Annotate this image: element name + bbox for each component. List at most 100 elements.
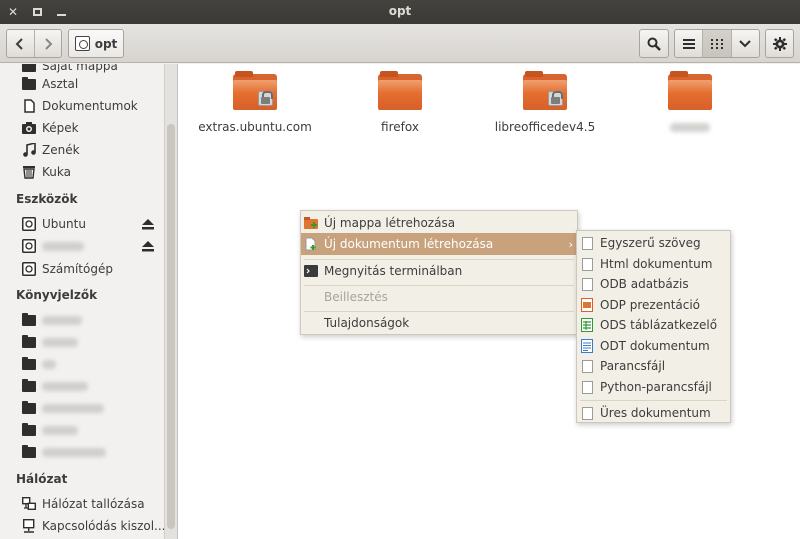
- folder-icon: [22, 444, 36, 459]
- text-document-icon: [580, 236, 594, 250]
- menu-item-label: Html dokumentum: [600, 257, 713, 271]
- sidebar-scrollbar[interactable]: [164, 64, 177, 539]
- back-button[interactable]: [7, 30, 34, 57]
- window-title: opt: [388, 4, 412, 18]
- submenu-item-html[interactable]: Html dokumentum: [577, 253, 730, 275]
- presentation-document-icon: [580, 298, 594, 312]
- grid-view-button[interactable]: [702, 30, 731, 57]
- camera-icon: [22, 121, 36, 135]
- sidebar-item-bookmark[interactable]: [22, 420, 78, 440]
- sidebar-item-ubuntu[interactable]: Ubuntu: [22, 214, 86, 234]
- eject-icon[interactable]: [142, 219, 154, 231]
- menu-item-new-folder[interactable]: Új mappa létrehozása: [301, 212, 577, 234]
- music-icon: [22, 143, 36, 157]
- file-name: libreofficedev4.5: [494, 120, 596, 134]
- blurred-label: [670, 123, 710, 132]
- file-name: firefox: [381, 120, 419, 134]
- file-item[interactable]: [610, 71, 770, 134]
- blurred-label: [42, 337, 78, 347]
- menu-item-label: ODS táblázatkezelő: [600, 318, 718, 332]
- sidebar-item-bookmark[interactable]: [22, 332, 78, 352]
- submenu-item-script[interactable]: Parancsfájl: [577, 355, 730, 377]
- sidebar-item-documents[interactable]: Dokumentumok: [22, 96, 138, 116]
- sidebar-item-trash[interactable]: Kuka: [22, 162, 71, 182]
- html-document-icon: [580, 257, 594, 271]
- trash-icon: [22, 165, 36, 179]
- sidebar-item-bookmark[interactable]: [22, 376, 88, 396]
- path-bar-opt[interactable]: opt: [68, 29, 124, 58]
- file-item[interactable]: libreofficedev4.5: [465, 71, 625, 134]
- sidebar-item-label: Kapcsolódás kiszol...: [42, 519, 166, 533]
- folder-icon: [22, 378, 36, 393]
- network-icon: [22, 497, 36, 511]
- file-name: extras.ubuntu.com: [198, 120, 312, 134]
- file-item[interactable]: firefox: [320, 71, 480, 134]
- sidebar-item-bookmark[interactable]: [22, 310, 82, 330]
- submenu-item-odt[interactable]: ODT dokumentum: [577, 335, 730, 357]
- submenu-item-odp[interactable]: ODP prezentáció: [577, 294, 730, 316]
- lock-icon: [258, 91, 273, 106]
- submenu-item-empty-document[interactable]: Üres dokumentum: [577, 402, 730, 424]
- terminal-icon: [304, 264, 318, 278]
- blurred-label: [42, 315, 82, 325]
- sidebar-item-browse-network[interactable]: Hálózat tallózása: [22, 494, 145, 514]
- list-view-button[interactable]: [675, 30, 702, 57]
- file-item[interactable]: extras.ubuntu.com: [175, 71, 335, 134]
- spreadsheet-document-icon: [580, 318, 594, 332]
- writer-document-icon: [580, 339, 594, 353]
- empty-document-icon: [580, 406, 594, 420]
- document-icon: [22, 99, 36, 113]
- folder-icon: [22, 312, 36, 327]
- folder-icon: [22, 400, 36, 415]
- sidebar-item-pictures[interactable]: Képek: [22, 118, 79, 138]
- view-switcher: [674, 29, 760, 58]
- folder-icon: [22, 76, 36, 91]
- submenu-item-ods[interactable]: ODS táblázatkezelő: [577, 314, 730, 336]
- sidebar-item-drive[interactable]: [22, 236, 84, 256]
- folder-icon: [668, 71, 712, 110]
- scrollbar-thumb[interactable]: [167, 124, 175, 529]
- menu-item-label: Üres dokumentum: [600, 406, 711, 420]
- new-folder-icon: [304, 216, 318, 230]
- menu-separator: [580, 400, 727, 401]
- sidebar-item-bookmark[interactable]: [22, 398, 104, 418]
- sidebar-item-computer[interactable]: Számítógép: [22, 259, 113, 279]
- blurred-label: [42, 425, 78, 435]
- sidebar-item-desktop[interactable]: Asztal: [22, 74, 78, 94]
- eject-icon[interactable]: [142, 241, 154, 253]
- menu-item-label: ODT dokumentum: [600, 339, 710, 353]
- sidebar-item-label: Kuka: [42, 165, 71, 179]
- search-button[interactable]: [639, 29, 669, 58]
- submenu-item-plain-text[interactable]: Egyszerű szöveg: [577, 232, 730, 254]
- sidebar-item-bookmark[interactable]: [22, 442, 106, 462]
- path-bar-label: opt: [94, 36, 118, 51]
- submenu-item-odb[interactable]: ODB adatbázis: [577, 273, 730, 295]
- blurred-label: [42, 381, 88, 391]
- view-options-button[interactable]: [730, 30, 759, 57]
- drive-icon: [22, 239, 36, 253]
- menu-item-paste[interactable]: Beillesztés: [321, 286, 577, 308]
- menu-item-open-terminal[interactable]: Megnyitás terminálban: [301, 260, 577, 282]
- submenu-item-python[interactable]: Python-parancsfájl: [577, 376, 730, 398]
- forward-button[interactable]: [33, 30, 62, 57]
- menu-item-label: ODB adatbázis: [600, 277, 689, 291]
- menu-item-new-document[interactable]: Új dokumentum létrehozása ›: [301, 233, 577, 255]
- sidebar-item-label: Hálózat tallózása: [42, 497, 145, 511]
- sidebar-item-label: Ubuntu: [42, 217, 86, 231]
- sidebar-item-bookmark[interactable]: [22, 354, 56, 374]
- new-document-icon: [304, 237, 318, 251]
- menu-item-label: Tulajdonságok: [324, 316, 410, 330]
- menu-item-label: Új dokumentum létrehozása: [324, 237, 494, 251]
- bookmarks-heading: Könyvjelzők: [16, 288, 98, 302]
- menu-item-label: Megnyitás terminálban: [324, 264, 463, 278]
- new-document-submenu: Egyszerű szöveg Html dokumentum ODB adat…: [576, 230, 731, 423]
- folder-icon: [523, 71, 567, 110]
- sidebar-item-music[interactable]: Zenék: [22, 140, 80, 160]
- devices-heading: Eszközök: [16, 192, 78, 206]
- menu-item-properties[interactable]: Tulajdonságok: [321, 312, 577, 334]
- sidebar-item-connect-server[interactable]: Kapcsolódás kiszol...: [22, 516, 166, 536]
- sidebar-item-label: Számítógép: [42, 262, 113, 276]
- settings-button[interactable]: [765, 29, 794, 58]
- menu-item-label: Parancsfájl: [600, 359, 666, 373]
- toolbar: opt: [0, 24, 800, 63]
